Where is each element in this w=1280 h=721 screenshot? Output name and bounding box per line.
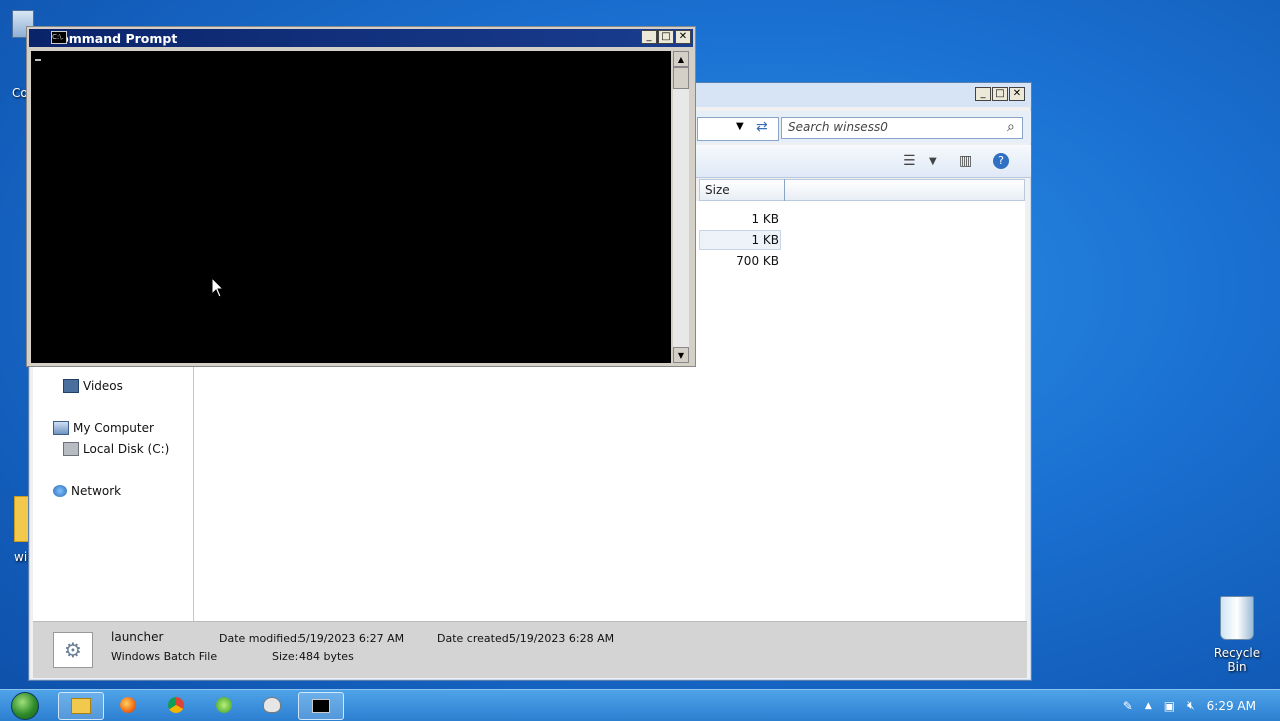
preview-pane-icon[interactable]: ▥ (959, 153, 972, 169)
recycle-bin-icon (1220, 596, 1254, 640)
chevron-down-icon[interactable]: ▼ (736, 121, 744, 132)
green-app-icon (216, 697, 232, 713)
network-icon (53, 485, 67, 497)
show-hidden-icons-icon[interactable]: ▲ (1145, 701, 1152, 711)
chrome-icon (168, 697, 184, 713)
view-options-icon[interactable]: ☰ (903, 153, 916, 169)
column-separator[interactable] (784, 179, 785, 201)
details-created-label: Date created: (437, 632, 513, 645)
taskbar-explorer-button[interactable] (58, 692, 104, 720)
search-icon[interactable]: ⌕ (1007, 119, 1015, 135)
taskbar: ✎ ▲ ▣ 🔇︎ 6:29 AM (0, 689, 1280, 721)
details-filetype: Windows Batch File (111, 650, 218, 663)
cmd-icon (312, 699, 330, 713)
nav-item-local-disk[interactable]: Local Disk (C:) (63, 442, 169, 456)
scroll-down-button[interactable]: ▼ (673, 347, 689, 363)
mouse-pointer-icon (212, 278, 224, 298)
details-size-label: Size: (272, 650, 299, 663)
cmd-title: Command Prompt (51, 30, 178, 46)
network-status-icon[interactable]: ▣ (1164, 699, 1175, 713)
nav-item-network[interactable]: Network (53, 484, 121, 498)
paint-icon (263, 697, 281, 713)
folder-icon (71, 698, 91, 714)
firefox-icon (120, 697, 136, 713)
start-button[interactable] (6, 690, 44, 721)
file-row-size[interactable]: 1 KB (751, 233, 779, 247)
column-header-size[interactable]: Size (705, 183, 730, 197)
desktop-icon-recycle-bin[interactable]: Recycle Bin (1206, 596, 1268, 674)
volume-muted-icon[interactable]: 🔇︎ (1187, 698, 1195, 713)
help-icon[interactable]: ? (993, 153, 1009, 169)
nav-item-label: My Computer (73, 421, 154, 435)
details-modified-value: 5/19/2023 6:27 AM (299, 632, 405, 645)
batch-file-gear-icon: ⚙ (53, 632, 93, 668)
windows-logo-icon (11, 691, 39, 720)
nav-item-videos[interactable]: Videos (63, 379, 123, 393)
search-input[interactable]: Search winsess0 (781, 117, 1023, 139)
cmd-window-controls: _ □ ✕ (641, 30, 691, 44)
minimize-button[interactable]: _ (641, 30, 657, 44)
taskbar-cmd-button[interactable] (298, 692, 344, 720)
close-button[interactable]: ✕ (1009, 87, 1025, 101)
file-row-size[interactable]: 1 KB (751, 212, 779, 226)
details-size-value: 484 bytes (299, 650, 354, 663)
nav-item-label: Network (71, 484, 122, 498)
taskbar-app-button[interactable] (202, 692, 246, 718)
column-header-row (699, 179, 1025, 201)
drive-icon (63, 442, 79, 456)
details-created-value: 5/19/2023 6:28 AM (509, 632, 615, 645)
system-tray: ✎ ▲ ▣ 🔇︎ 6:29 AM (1123, 690, 1280, 721)
details-pane: ⚙ launcher Windows Batch File Date modif… (33, 621, 1027, 678)
details-modified-label: Date modified: (219, 632, 301, 645)
clock[interactable]: 6:29 AM (1207, 699, 1256, 713)
taskbar-paint-button[interactable] (250, 692, 294, 718)
nav-item-my-computer[interactable]: My Computer (53, 421, 154, 435)
vertical-scrollbar[interactable]: ▲ ▼ (673, 51, 689, 363)
video-icon (63, 379, 79, 393)
cmd-titlebar[interactable]: Command Prompt (29, 29, 693, 47)
command-prompt-window[interactable]: Command Prompt C:\. _ □ ✕ ▲ ▼ (26, 26, 696, 367)
explorer-window-controls: _ □ ✕ (975, 87, 1025, 101)
minimize-button[interactable]: _ (975, 87, 991, 101)
scroll-thumb[interactable] (673, 67, 689, 89)
nav-item-label: Local Disk (C:) (83, 442, 170, 456)
refresh-icon[interactable]: ⇄ (756, 119, 768, 135)
taskbar-firefox-button[interactable] (106, 692, 150, 718)
desktop-icon-label: Recycle Bin (1213, 646, 1261, 674)
console-output[interactable] (31, 51, 671, 363)
maximize-button[interactable]: □ (658, 30, 674, 44)
action-center-icon[interactable]: ✎ (1123, 699, 1133, 713)
taskbar-chrome-button[interactable] (154, 692, 198, 718)
file-row-size[interactable]: 700 KB (736, 254, 779, 268)
close-button[interactable]: ✕ (675, 30, 691, 44)
maximize-button[interactable]: □ (992, 87, 1008, 101)
cmd-app-icon[interactable]: C:\. (51, 31, 67, 44)
details-filename: launcher (111, 630, 164, 644)
chevron-down-icon[interactable]: ▼ (929, 156, 937, 167)
text-cursor (35, 59, 41, 61)
computer-icon (53, 421, 69, 435)
nav-item-label: Videos (83, 379, 123, 393)
address-bar[interactable]: ▼ ⇄ (697, 117, 779, 141)
scroll-up-button[interactable]: ▲ (673, 51, 689, 67)
